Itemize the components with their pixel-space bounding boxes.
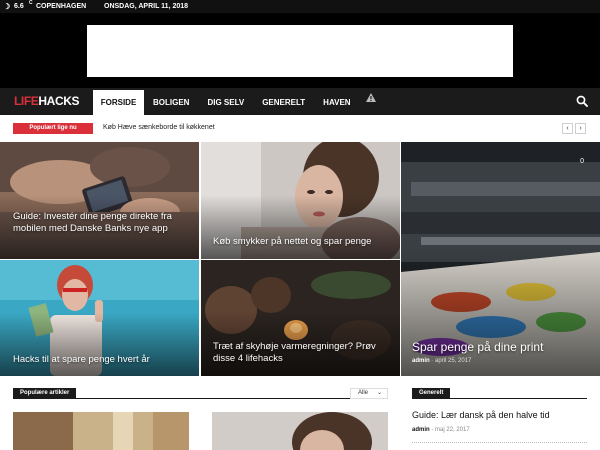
nav-item-forside[interactable]: FORSIDE xyxy=(93,90,144,115)
sidebar-article-title[interactable]: Guide: Lær dansk på den halve tid xyxy=(412,410,550,420)
tile-author[interactable]: admin xyxy=(412,358,430,364)
city-name: COPENHAGEN xyxy=(36,3,87,10)
tile-title-3[interactable]: Hacks til at spare penge hvert år xyxy=(13,354,193,366)
trending-ticker: Populært lige nu Køb Hæve sænkeborde til… xyxy=(0,115,600,142)
ticker-prev-button[interactable]: ‹ xyxy=(562,123,573,134)
thumb-image-woman xyxy=(212,412,388,450)
main-header: LIFEHACKS FORSIDE BOLIGEN DIG SELV GENER… xyxy=(0,88,600,115)
tile-date: april 25, 2017 xyxy=(435,358,472,364)
trending-article-link[interactable]: Køb Hæve sænkeborde til køkkenet xyxy=(103,124,215,131)
nav-item-generelt[interactable]: GENERELT xyxy=(253,90,314,115)
tile-title-5[interactable]: Spar penge på dine print xyxy=(412,340,592,354)
ad-zone xyxy=(0,13,600,88)
sidebar-author[interactable]: admin xyxy=(412,427,430,433)
nav-item-dig-selv[interactable]: DIG SELV xyxy=(198,90,253,115)
trending-badge: Populært lige nu xyxy=(13,123,93,134)
tile-title-1[interactable]: Guide: Investér dine penge direkte fra m… xyxy=(13,211,193,235)
featured-tile-1[interactable] xyxy=(0,142,199,259)
nav-item-boligen[interactable]: BOLIGEN xyxy=(144,90,198,115)
filter-selected: Alle xyxy=(358,390,369,396)
temperature: 6.6 xyxy=(14,3,24,10)
search-icon[interactable] xyxy=(576,95,588,107)
comment-count[interactable]: 0 xyxy=(580,158,584,165)
tile-meta: admin - april 25, 2017 xyxy=(412,358,472,364)
sidebar-date: maj 22, 2017 xyxy=(435,427,470,433)
article-thumb-1[interactable] xyxy=(13,412,189,450)
sidebar-article-meta: admin - maj 22, 2017 xyxy=(412,427,470,433)
warning-icon[interactable] xyxy=(366,93,376,102)
top-bar: ☽ 6.6 C COPENHAGEN ONSDAG, APRIL 11, 201… xyxy=(0,0,600,13)
article-thumb-2[interactable] xyxy=(212,412,388,450)
filter-dropdown[interactable]: Alle ⌄ xyxy=(350,388,388,399)
ticker-next-button[interactable]: › xyxy=(575,123,586,134)
tile-title-2[interactable]: Køb smykker på nettet og spar penge xyxy=(213,236,393,248)
ad-banner[interactable] xyxy=(87,25,513,77)
site-logo[interactable]: LIFEHACKS xyxy=(14,94,79,108)
chevron-down-icon: ⌄ xyxy=(376,390,382,396)
tile-title-4[interactable]: Træt af skyhøje varmeregninger? Prøv dis… xyxy=(213,341,393,365)
nav-item-haven[interactable]: HAVEN xyxy=(314,90,359,115)
moon-icon: ☽ xyxy=(3,2,11,11)
dotted-divider xyxy=(412,442,587,443)
current-date: ONSDAG, APRIL 11, 2018 xyxy=(104,3,189,10)
main-nav: FORSIDE BOLIGEN DIG SELV GENERELT HAVEN xyxy=(93,90,360,115)
thumb-image-interior xyxy=(13,412,189,450)
sidebar-divider xyxy=(412,398,587,399)
section-divider xyxy=(13,398,388,399)
temperature-unit: C xyxy=(29,0,33,6)
